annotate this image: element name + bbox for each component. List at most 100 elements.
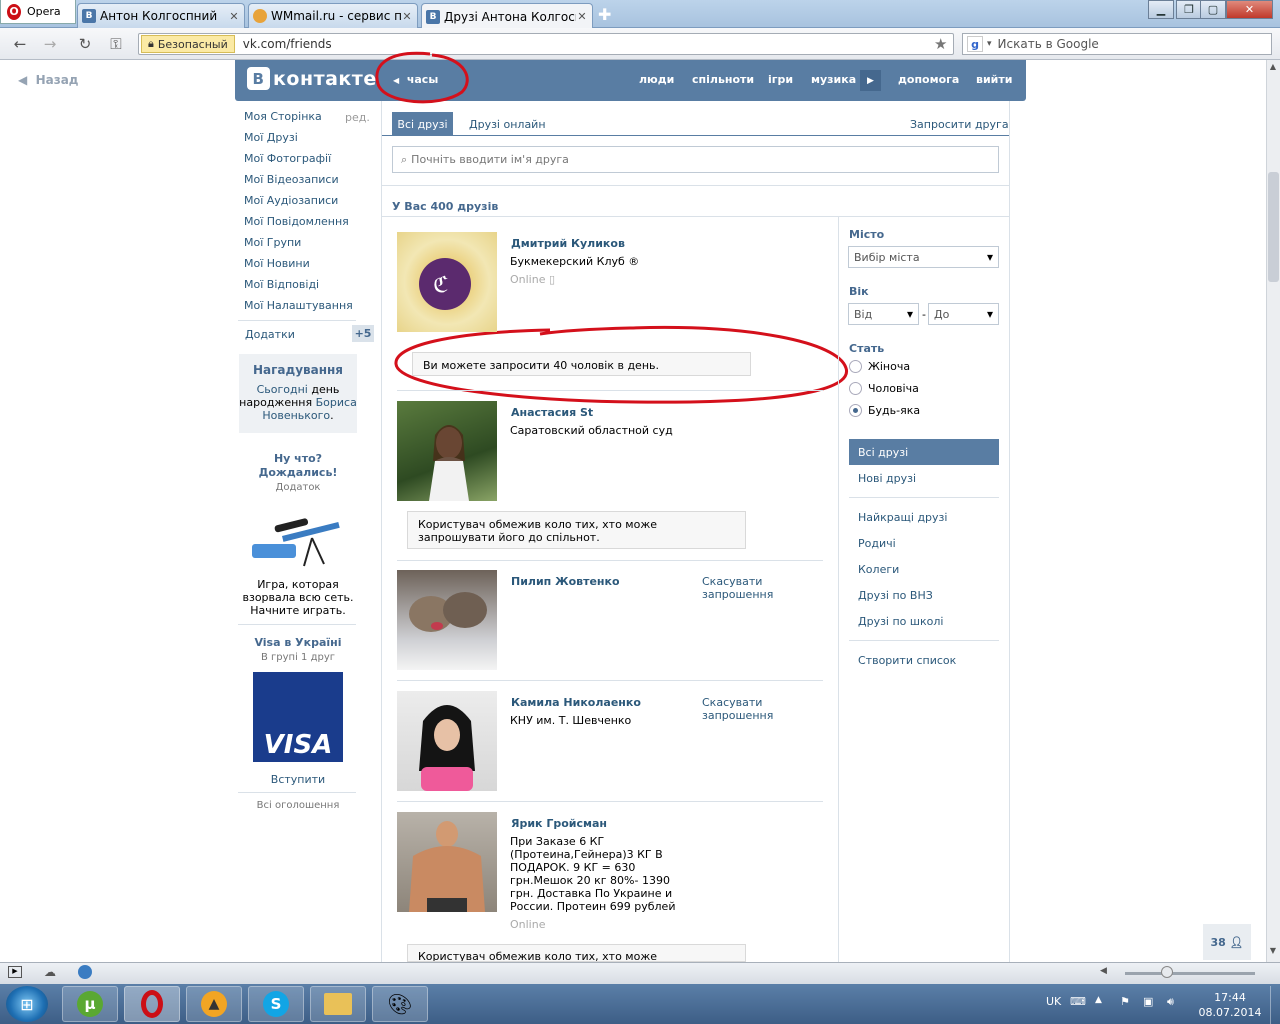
bookmark-star-icon[interactable]: ★: [934, 35, 947, 53]
menu-apps[interactable]: Додатки: [245, 328, 295, 341]
gender-female-radio[interactable]: Жіноча: [849, 360, 910, 373]
start-button[interactable]: ⊞: [6, 986, 48, 1022]
close-tab-icon[interactable]: ✕: [401, 10, 413, 23]
browser-tab-2[interactable]: WMmail.ru - сервис п... ✕: [248, 3, 418, 28]
menu-my-messages[interactable]: Мої Повідомлення: [244, 211, 353, 232]
friend-avatar[interactable]: [397, 691, 497, 791]
taskbar-opera[interactable]: [124, 986, 180, 1022]
gender-male-radio[interactable]: Чоловіча: [849, 382, 919, 395]
nav-people[interactable]: люди: [639, 73, 674, 86]
friend-name[interactable]: Дмитрий Куликов: [511, 237, 625, 250]
scroll-up-arrow-icon[interactable]: ▲: [1267, 62, 1279, 76]
friend-avatar[interactable]: ℭ: [397, 232, 497, 332]
cancel-request-link[interactable]: Скасувати запрошення: [702, 696, 792, 722]
restore-button[interactable]: ❐: [1176, 0, 1202, 19]
friend-name[interactable]: Анастасия St: [511, 406, 593, 419]
speed-dial-icon[interactable]: [78, 965, 92, 979]
keyboard-icon[interactable]: ⌨: [1070, 995, 1086, 1008]
list-colleagues[interactable]: Колеги: [858, 563, 899, 576]
all-ads-link[interactable]: Всі оголошення: [239, 800, 357, 811]
list-best-friends[interactable]: Найкращі друзі: [858, 511, 947, 524]
close-window-button[interactable]: ✕: [1226, 0, 1273, 19]
nav-music[interactable]: музика: [811, 73, 856, 86]
cancel-request-link[interactable]: Скасувати запрошення: [702, 575, 792, 601]
friend-avatar[interactable]: [397, 401, 497, 501]
menu-my-settings[interactable]: Мої Налаштування: [244, 295, 353, 316]
new-tab-button[interactable]: ✚: [598, 5, 611, 24]
nav-help[interactable]: допомога: [898, 73, 959, 86]
zoom-slider-handle[interactable]: [1161, 966, 1173, 978]
tray-expand-icon[interactable]: ▲: [1095, 995, 1102, 1005]
friend-name[interactable]: Пилип Жовтенко: [511, 575, 620, 588]
nav-logout[interactable]: вийти: [976, 73, 1012, 86]
maximize-button[interactable]: ▢: [1200, 0, 1226, 19]
ad-visa-join-link[interactable]: Вступити: [239, 773, 357, 786]
taskbar-aimp[interactable]: ▲: [186, 986, 242, 1022]
system-clock[interactable]: 17:44 08.07.2014: [1195, 990, 1265, 1020]
online-counter-badge[interactable]: 38 👤︎: [1203, 924, 1251, 960]
menu-my-friends[interactable]: Мої Друзі: [244, 127, 353, 148]
search-engine-dropdown-icon[interactable]: ▾: [987, 39, 992, 49]
list-university-friends[interactable]: Друзі по ВНЗ: [858, 589, 933, 602]
menu-my-audio[interactable]: Мої Аудіозаписи: [244, 190, 353, 211]
friend-filter-input[interactable]: ⌕ Почніть вводити ім'я друга: [392, 146, 999, 173]
action-center-flag-icon[interactable]: ⚑: [1120, 995, 1130, 1008]
close-tab-icon[interactable]: ✕: [576, 10, 588, 23]
edit-menu-link[interactable]: ред.: [345, 111, 370, 124]
vk-logo[interactable]: В контакте: [247, 67, 377, 90]
nav-communities[interactable]: спільноти: [692, 73, 754, 86]
taskbar-skype[interactable]: S: [248, 986, 304, 1022]
invite-friend-link[interactable]: Запросити друга: [910, 118, 1009, 131]
age-from-select[interactable]: Від: [848, 303, 919, 325]
key-icon[interactable]: ⚿: [106, 34, 126, 54]
friend-avatar[interactable]: [397, 570, 497, 670]
page-back-link[interactable]: ◀ Назад: [18, 73, 79, 87]
tab-all-friends[interactable]: Всі друзі: [392, 112, 453, 136]
forward-arrow-icon[interactable]: →: [40, 34, 60, 54]
reminder-today-link[interactable]: Сьогодні: [257, 383, 308, 396]
ad-rifle-image[interactable]: [252, 510, 342, 568]
search-field[interactable]: g ▾ Искать в Google: [962, 33, 1272, 55]
gender-any-radio[interactable]: Будь-яка: [849, 404, 920, 417]
friend-avatar[interactable]: [397, 812, 497, 912]
age-to-select[interactable]: До: [928, 303, 999, 325]
menu-my-videos[interactable]: Мої Відеозаписи: [244, 169, 353, 190]
back-arrow-icon[interactable]: ←: [10, 34, 30, 54]
cloud-icon[interactable]: ☁: [44, 965, 56, 979]
ad-visa-title[interactable]: Visa в Україні: [239, 636, 357, 649]
volume-icon[interactable]: 🔊︎: [1167, 995, 1174, 1009]
list-relatives[interactable]: Родичі: [858, 537, 896, 550]
list-school-friends[interactable]: Друзі по школі: [858, 615, 943, 628]
tab-friends-online[interactable]: Друзі онлайн: [469, 118, 546, 131]
menu-my-photos[interactable]: Мої Фотографії: [244, 148, 353, 169]
zoom-out-icon[interactable]: ◀: [1100, 966, 1107, 976]
music-play-icon[interactable]: ▶: [860, 70, 881, 91]
scroll-down-arrow-icon[interactable]: ▼: [1267, 946, 1279, 960]
zoom-slider[interactable]: [1125, 972, 1255, 975]
friend-name[interactable]: Ярик Гройсман: [511, 817, 607, 830]
visa-logo[interactable]: VISA: [253, 672, 343, 762]
nav-games[interactable]: ігри: [768, 73, 793, 86]
create-list-link[interactable]: Створити список: [858, 654, 956, 667]
taskbar-paint[interactable]: 🎨︎: [372, 986, 428, 1022]
address-field[interactable]: 🔒︎ Безопасный vk.com/friends: [138, 33, 954, 55]
menu-my-page[interactable]: Моя Сторінка: [244, 106, 353, 127]
opera-menu-button[interactable]: O Opera: [0, 0, 76, 24]
scroll-thumb[interactable]: [1268, 172, 1279, 282]
menu-my-news[interactable]: Мої Новини: [244, 253, 353, 274]
ad-game-title[interactable]: Ну что? Дождались!: [239, 452, 357, 480]
security-badge[interactable]: 🔒︎ Безопасный: [141, 35, 235, 53]
close-tab-icon[interactable]: ✕: [228, 10, 240, 23]
show-desktop-button[interactable]: [1270, 986, 1280, 1024]
browser-tab-1[interactable]: В Антон Колгоспний ✕: [77, 3, 245, 28]
menu-my-answers[interactable]: Мої Відповіді: [244, 274, 353, 295]
reload-icon[interactable]: ↻: [75, 34, 95, 54]
language-indicator[interactable]: UK: [1046, 995, 1061, 1008]
city-select[interactable]: Вибір міста: [848, 246, 999, 268]
list-all-friends[interactable]: Всі друзі: [858, 446, 908, 459]
menu-my-groups[interactable]: Мої Групи: [244, 232, 353, 253]
friend-name[interactable]: Камила Николаенко: [511, 696, 641, 709]
taskbar-utorrent[interactable]: µ: [62, 986, 118, 1022]
list-new-friends[interactable]: Нові друзі: [858, 472, 916, 485]
ad-game-text[interactable]: Игра, которая взорвала всю сеть. Начните…: [239, 578, 357, 617]
